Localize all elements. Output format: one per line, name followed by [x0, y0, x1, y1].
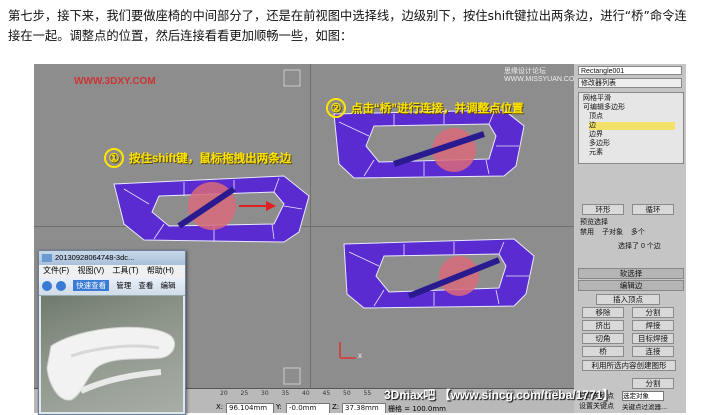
create-shape-button[interactable]: 利用所选内容创建图形 [582, 360, 676, 371]
grid-size: 栅格 = 100.0mm [388, 405, 446, 413]
timeline-tick: 45 [322, 390, 331, 397]
menu-view[interactable]: 视图(V) [77, 266, 104, 275]
article-paragraph: 第七步，接下来，我们要做座椅的中间部分了，还是在前视图中选择线，边级别下，按住s… [8, 9, 687, 43]
seat-shape-bottom-right [343, 238, 535, 309]
stack-item-editable-poly[interactable]: 可编辑多边形 [583, 104, 625, 112]
modifier-list-dropdown[interactable]: 修改器列表 [578, 78, 682, 88]
axis-x-label: x [358, 351, 362, 360]
remove-button[interactable]: 移除 [582, 307, 624, 318]
timeline-tick: 30 [261, 390, 269, 397]
connect-button[interactable]: 连接 [632, 346, 674, 357]
annotation-2-text: 点击“桥”进行连接，并调整点位置 [351, 103, 524, 115]
annotation-1-number: ① [104, 148, 124, 168]
soft-selection-rollout[interactable]: 软选择 [578, 268, 684, 279]
preview-subobject[interactable]: 子对象 [602, 229, 623, 236]
target-weld-button[interactable]: 目标焊接 [632, 333, 674, 344]
ring-button[interactable]: 环形 [582, 204, 624, 215]
quick-view-tab[interactable]: 快速查看 [73, 280, 110, 291]
x-coordinate-field[interactable]: 96.104mm [226, 403, 274, 413]
stack-item-border[interactable]: 边界 [589, 131, 603, 139]
photo-viewer-toolbar: 快速查看 管理 查看 编辑 [39, 277, 185, 296]
edit-tab[interactable]: 编辑 [160, 281, 175, 290]
object-name-field[interactable]: Rectangle001 [578, 66, 682, 75]
menu-file[interactable]: 文件(F) [43, 266, 69, 275]
annotation-2-number: ② [326, 98, 346, 118]
stack-item-element[interactable]: 元素 [589, 149, 603, 157]
timeline-tick: 35 [281, 390, 290, 397]
y-label: Y: [276, 403, 282, 411]
weld-button[interactable]: 焊接 [632, 320, 674, 331]
bridge-button[interactable]: 桥 [582, 346, 624, 357]
chair-photo [41, 296, 183, 412]
photo-viewer-window[interactable]: 20130928064748-3dc... 文件(F) 视图(V) 工具(T) … [38, 250, 186, 415]
selection-count: 选择了 0 个边 [618, 243, 661, 250]
photo-viewer-menu: 文件(F) 视图(V) 工具(T) 帮助(H) [39, 265, 185, 277]
chamfer-button[interactable]: 切角 [582, 333, 624, 344]
edit-edges-rollout[interactable]: 编辑边 [578, 280, 684, 291]
stack-item-meshsmooth[interactable]: 网格平滑 [583, 95, 611, 103]
command-panel: Rectangle001 修改器列表 网格平滑 可编辑多边形 顶点 边 边界 多… [574, 64, 686, 413]
x-label: X: [216, 403, 224, 411]
stack-item-polygon[interactable]: 多边形 [589, 140, 610, 148]
split-button[interactable]: 分割 [632, 307, 674, 318]
menu-tools[interactable]: 工具(T) [112, 266, 138, 275]
forward-icon[interactable] [56, 281, 67, 292]
seat-shape-left [113, 175, 310, 243]
timeline-tick: 20 [220, 390, 228, 397]
manage-tab[interactable]: 管理 [116, 281, 131, 290]
photo-viewer-title: 20130928064748-3dc... [55, 253, 135, 262]
z-coordinate-field[interactable]: 37.38mm [342, 403, 386, 413]
y-coordinate-field[interactable]: -0.0mm [286, 403, 330, 413]
annotation-2: ② 点击“桥”进行连接，并调整点位置 [326, 98, 524, 118]
stack-item-vertex[interactable]: 顶点 [589, 113, 603, 121]
preview-multi[interactable]: 多个 [631, 229, 645, 236]
back-icon[interactable] [42, 281, 52, 292]
axis-gizmo [339, 342, 356, 359]
timeline-tick: 40 [302, 390, 310, 397]
key-filter-button[interactable]: 关键点过滤器... [622, 401, 667, 411]
app-icon [42, 254, 52, 263]
timeline-tick: 50 [343, 390, 351, 397]
preview-disabled[interactable]: 禁用 [580, 229, 594, 236]
tieba-watermark: 3Dmax吧 【www.sincg.com/tieba/1771】 [384, 388, 615, 402]
white-chair-image [46, 326, 176, 401]
z-label: Z: [332, 403, 340, 411]
seat-shape-top-right [333, 109, 525, 179]
annotation-1: ① 按住shift键，鼠标拖拽出两条边 [104, 148, 291, 168]
stack-item-edge[interactable]: 边 [589, 122, 675, 130]
preview-options[interactable]: 禁用 子对象 多个 [580, 227, 684, 237]
insert-vertex-button[interactable]: 插入顶点 [596, 294, 660, 305]
annotation-1-text: 按住shift键，鼠标拖拽出两条边 [129, 153, 292, 165]
extrude-button[interactable]: 挤出 [582, 320, 624, 331]
loop-button[interactable]: 循环 [632, 204, 674, 215]
view-tab[interactable]: 查看 [138, 281, 153, 290]
preview-selection-label: 预览选择 [580, 219, 608, 226]
timeline-tick: 25 [240, 390, 249, 397]
selected-dropdown[interactable]: 选定对象 [622, 391, 664, 401]
menu-help[interactable]: 帮助(H) [147, 266, 174, 275]
split2-button[interactable]: 分割 [632, 378, 674, 389]
photo-viewer-titlebar[interactable]: 20130928064748-3dc... [39, 251, 185, 265]
modifier-stack: 网格平滑 可编辑多边形 顶点 边 边界 多边形 元素 [578, 92, 684, 164]
timeline-tick: 55 [363, 390, 372, 397]
